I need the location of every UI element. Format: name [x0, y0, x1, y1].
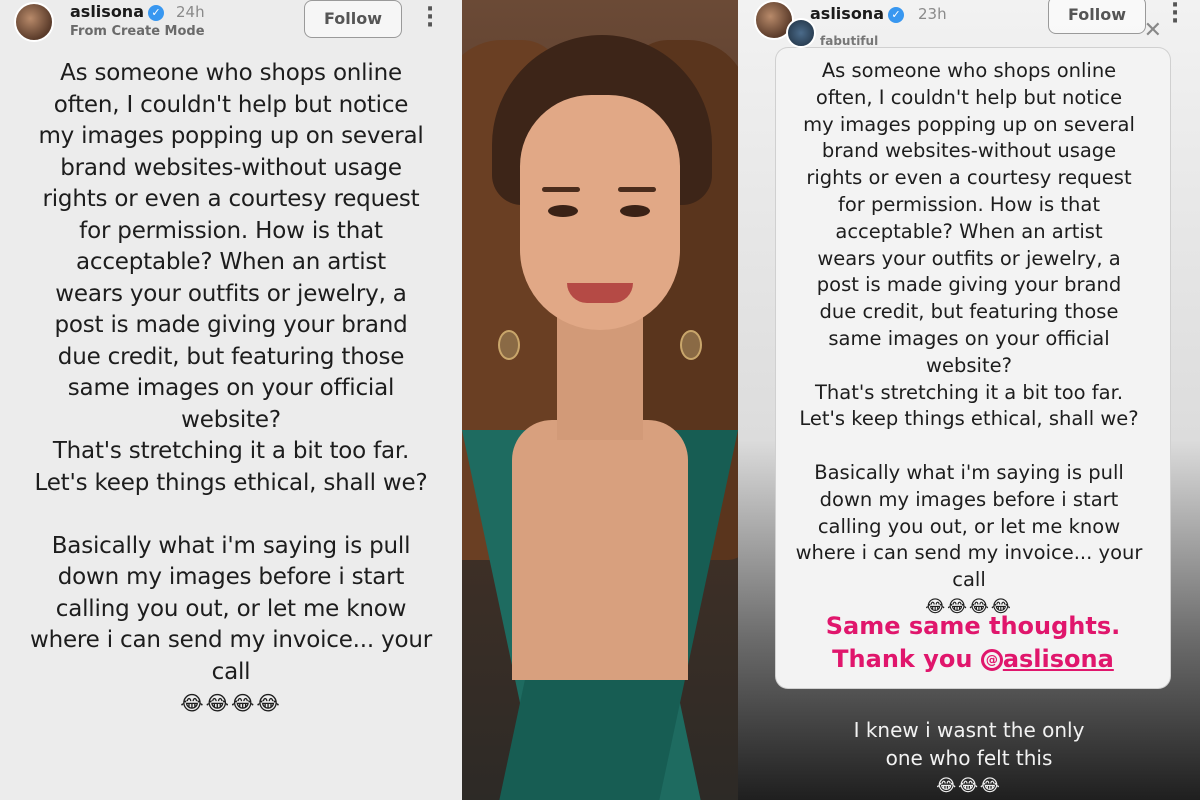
story-line: down my images before i start: [57, 564, 405, 590]
story-age: 23h: [918, 5, 947, 23]
follow-button[interactable]: Follow: [1048, 0, 1146, 34]
story-line: Basically what i'm saying is pull: [814, 460, 1124, 484]
story-line: often, I couldn't help but notice: [815, 85, 1123, 109]
story-header: aslisona ✓ 24h From Create Mode Follow · ·…: [0, 0, 462, 50]
laughing-emoji-icon: 😂😂😂: [936, 776, 1002, 796]
story-line: for permission. How is that: [837, 192, 1100, 216]
avatar[interactable]: [14, 2, 54, 42]
face: [520, 95, 680, 330]
username-text[interactable]: aslisona: [70, 2, 144, 21]
reply-prefix: Thank you: [832, 645, 981, 673]
earring: [498, 330, 520, 360]
story-line: call: [211, 658, 251, 685]
story-line: calling you out, or let me know: [55, 595, 407, 622]
story-line: call: [952, 568, 986, 592]
story-line: for permission. How is that: [79, 217, 383, 244]
story-line: where i can send my invoice... your: [795, 541, 1143, 565]
story-line: acceptable? When an artist: [75, 249, 386, 275]
story-text: As someone who shops online often, I cou…: [738, 58, 1200, 621]
eye: [548, 205, 578, 217]
story-age: 24h: [176, 3, 205, 21]
left-story-panel: aslisona ✓ 24h From Create Mode Follow · ·…: [0, 0, 462, 800]
story-line: As someone who shops online: [821, 59, 1117, 82]
story-line: post is made giving your brand: [816, 273, 1122, 297]
username-text[interactable]: aslisona: [810, 4, 884, 23]
verified-badge-icon: ✓: [148, 4, 164, 21]
story-line: wears your outfits or jewelry, a: [817, 246, 1121, 270]
story-line: post is made giving your brand: [54, 312, 408, 338]
story-line: rights or even a courtesy request: [806, 166, 1132, 190]
story-line: rights or even a courtesy request: [42, 186, 420, 212]
story-line: website?: [926, 353, 1012, 377]
more-vertical-icon[interactable]: · · ·: [1170, 0, 1180, 33]
story-line: That's stretching it a bit too far.: [52, 438, 410, 464]
story-line: due credit, but featuring those: [57, 343, 405, 370]
avatar: [786, 18, 816, 48]
reply-line: Same same thoughts.: [825, 612, 1121, 640]
brow: [618, 187, 656, 192]
earring: [680, 330, 702, 360]
story-spacer: [788, 433, 1150, 460]
reply-text: Same same thoughts. Thank you @ aslisona: [776, 610, 1170, 676]
story-line: website?: [181, 406, 281, 433]
eye: [620, 205, 650, 217]
story-line: Let's keep things ethical, shall we?: [799, 407, 1139, 431]
story-line: As someone who shops online: [60, 60, 402, 86]
caption-line: one who felt this: [885, 746, 1053, 770]
right-story-panel: aslisona ✓ 23h Follow · · · fabutiful ✕ As …: [738, 0, 1200, 800]
at-mention-icon: @: [980, 649, 1003, 671]
story-line: down my images before i start: [819, 487, 1119, 511]
story-line: brand websites-without usage: [821, 139, 1117, 163]
story-line: my images popping up on several: [803, 112, 1135, 136]
smile: [567, 283, 633, 303]
story-caption: I knew i wasnt the only one who felt thi…: [738, 716, 1200, 800]
story-text: As someone who shops online often, I cou…: [0, 58, 462, 720]
story-line: where i can send my invoice... your: [29, 627, 433, 653]
caption-line: I knew i wasnt the only: [853, 718, 1085, 742]
shared-by-username: fabutiful: [820, 34, 879, 48]
more-vertical-icon[interactable]: · · ·: [425, 0, 435, 37]
story-line: acceptable? When an artist: [835, 219, 1103, 243]
close-icon[interactable]: ✕: [1144, 18, 1162, 43]
story-line: That's stretching it a bit too far.: [814, 380, 1124, 404]
story-subtitle: From Create Mode: [70, 24, 205, 39]
story-line: wears your outfits or jewelry, a: [55, 280, 407, 307]
story-spacer: [18, 499, 444, 531]
username[interactable]: aslisona ✓: [810, 4, 904, 23]
neckline: [512, 420, 688, 680]
brow: [542, 187, 580, 192]
story-line: Let's keep things ethical, shall we?: [34, 469, 428, 496]
story-line: brand websites-without usage: [60, 154, 402, 181]
username[interactable]: aslisona ✓: [70, 2, 164, 21]
mention-text[interactable]: aslisona: [1003, 645, 1114, 673]
story-line: often, I couldn't help but notice: [53, 91, 409, 118]
story-line: same images on your official: [828, 326, 1110, 350]
story-line: Basically what i'm saying is pull: [51, 532, 411, 559]
verified-badge-icon: ✓: [888, 6, 904, 23]
story-line: same images on your official: [67, 375, 395, 401]
follow-button[interactable]: Follow: [304, 0, 402, 38]
mention-link[interactable]: @ aslisona: [980, 645, 1114, 673]
portrait-photo: [462, 0, 738, 800]
reply-line: Thank you @ aslisona: [776, 643, 1170, 676]
laughing-emoji-icon: 😂😂😂😂: [180, 691, 282, 715]
story-line: calling you out, or let me know: [817, 514, 1121, 538]
story-line: my images popping up on several: [38, 123, 424, 149]
story-line: due credit, but featuring those: [819, 300, 1119, 324]
